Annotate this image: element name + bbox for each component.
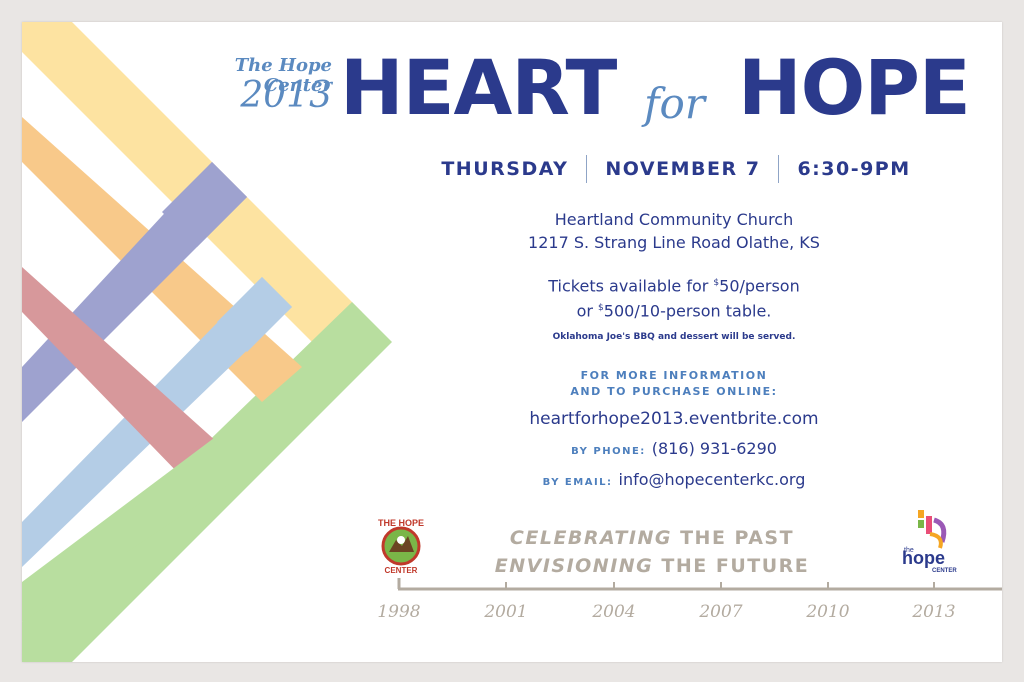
logo-left-text-bottom: CENTER [385,566,418,575]
timeline-year: 2001 [484,602,528,622]
timeline-year: 2013 [912,602,956,622]
timeline-axis [397,578,1002,591]
hope-center-2013-logo: the hope CENTER [902,510,957,574]
hope-center-1998-logo: THE HOPE CENTER [378,518,424,575]
logo-right-text-sub: CENTER [932,568,957,574]
logo-right-text-main: hope [902,548,945,568]
timeline-year: 1998 [377,602,421,622]
timeline-year: 2010 [806,602,850,622]
invitation-card: The Hope Center 2013 HEART for HOPE THUR… [22,22,1002,662]
timeline-year: 2004 [592,602,636,622]
timeline-year: 2007 [699,602,743,622]
